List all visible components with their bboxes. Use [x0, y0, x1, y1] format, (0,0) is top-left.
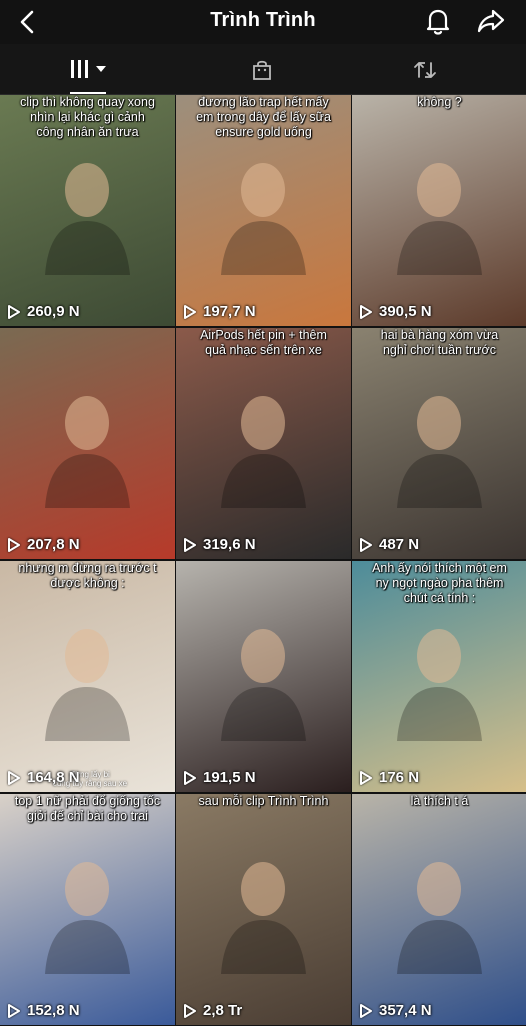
grid-bars-icon — [71, 60, 106, 78]
video-thumbnail[interactable]: là thích t á 357,4 N — [352, 794, 526, 1025]
view-count-label: 357,4 N — [379, 1002, 432, 1019]
video-thumbnail[interactable]: top 1 nữ phải đổ giống tốc giỏi đế chỉ bà… — [0, 794, 175, 1025]
person-silhouette — [40, 621, 135, 741]
view-count: 191,5 N — [183, 769, 256, 786]
video-thumbnail[interactable]: đương lão trap hết mấy em trong dây để lấ… — [176, 95, 351, 326]
video-thumbnail[interactable]: Anh ấy nói thích một em ny ngọt ngào pha … — [352, 561, 526, 792]
view-count-label: 487 N — [379, 536, 420, 553]
person-silhouette — [392, 155, 487, 275]
share-icon[interactable] — [476, 6, 506, 36]
view-count-label: 191,5 N — [203, 769, 256, 786]
repost-icon — [414, 62, 436, 78]
shopping-bag-icon — [253, 60, 271, 80]
tab-reposts[interactable] — [351, 44, 526, 94]
view-count-label: 164,8 N — [27, 769, 80, 786]
view-count: 487 N — [359, 536, 419, 553]
view-count: 207,8 N — [7, 536, 80, 553]
tab-shop[interactable] — [175, 44, 350, 94]
view-count: 390,5 N — [359, 303, 432, 320]
view-count: 197,7 N — [183, 303, 256, 320]
video-caption: sau mỗi clip Trình Trình — [198, 794, 329, 808]
video-thumbnail[interactable]: không ? 390,5 N — [352, 95, 526, 326]
play-icon — [360, 770, 372, 785]
profile-tabs — [0, 44, 526, 95]
tab-videos[interactable] — [0, 44, 175, 94]
video-thumbnail[interactable]: 191,5 N — [176, 561, 351, 792]
play-icon — [184, 304, 196, 319]
play-icon — [184, 770, 196, 785]
view-count-label: 152,8 N — [27, 1002, 80, 1019]
video-thumbnail[interactable]: AirPods hết pin + thêm quả nhạc sến trên … — [176, 328, 351, 559]
person-silhouette — [216, 621, 311, 741]
view-count: 176 N — [359, 769, 419, 786]
person-silhouette — [216, 854, 311, 974]
person-silhouette — [392, 388, 487, 508]
video-caption: là thích t á — [410, 794, 469, 808]
view-count-label: 260,9 N — [27, 303, 80, 320]
view-count: 260,9 N — [7, 303, 80, 320]
person-silhouette — [216, 388, 311, 508]
play-icon — [184, 1003, 196, 1018]
video-caption: hai bà hàng xóm vừa nghỉ chơi tuần trước — [380, 328, 499, 357]
video-caption: không ? — [417, 95, 462, 109]
play-icon — [8, 1003, 20, 1018]
play-icon — [8, 770, 20, 785]
video-thumbnail[interactable]: sau mỗi clip Trình Trình 2,8 Tr — [176, 794, 351, 1025]
video-thumbnail[interactable]: 207,8 N — [0, 328, 175, 559]
view-count-label: 2,8 Tr — [203, 1002, 243, 1019]
play-icon — [8, 304, 20, 319]
video-thumbnail[interactable]: clip thì không quay xong nhìn lại khác gì… — [0, 95, 175, 326]
view-count-label: 176 N — [379, 769, 420, 786]
video-caption: đương lão trap hết mấy em trong dây để lấ… — [196, 95, 331, 139]
play-icon — [360, 1003, 372, 1018]
view-count: 152,8 N — [7, 1002, 80, 1019]
video-caption: top 1 nữ phải đổ giống tốc giỏi đế chỉ bà… — [14, 794, 161, 823]
view-count-label: 390,5 N — [379, 303, 432, 320]
view-count-label: 207,8 N — [27, 536, 80, 553]
person-silhouette — [40, 854, 135, 974]
person-silhouette — [40, 388, 135, 508]
play-icon — [360, 537, 372, 552]
video-caption: Anh ấy nói thích một em ny ngọt ngào pha … — [372, 561, 507, 605]
play-icon — [360, 304, 372, 319]
video-caption: AirPods hết pin + thêm quả nhạc sến trên … — [200, 328, 327, 357]
top-bar: Trình Trình — [0, 0, 526, 44]
view-count: 2,8 Tr — [183, 1002, 242, 1019]
view-count-label: 197,7 N — [203, 303, 256, 320]
video-grid: clip thì không quay xong nhìn lại khác gì… — [0, 95, 526, 1025]
person-silhouette — [40, 155, 135, 275]
view-count-label: 319,6 N — [203, 536, 256, 553]
video-caption: nhưng m đừng ra trước t được không : — [18, 561, 157, 590]
video-caption: clip thì không quay xong nhìn lại khác gì… — [20, 95, 155, 139]
play-icon — [8, 537, 20, 552]
play-icon — [184, 537, 196, 552]
person-silhouette — [216, 155, 311, 275]
video-thumbnail[interactable]: hai bà hàng xóm vừa nghỉ chơi tuần trước 4… — [352, 328, 526, 559]
view-count: 164,8 N — [7, 769, 80, 786]
view-count: 319,6 N — [183, 536, 256, 553]
person-silhouette — [392, 621, 487, 741]
video-thumbnail[interactable]: nhưng m đừng ra trước t được không : đừng … — [0, 561, 175, 792]
view-count: 357,4 N — [359, 1002, 432, 1019]
bell-icon[interactable] — [424, 6, 452, 36]
person-silhouette — [392, 854, 487, 974]
